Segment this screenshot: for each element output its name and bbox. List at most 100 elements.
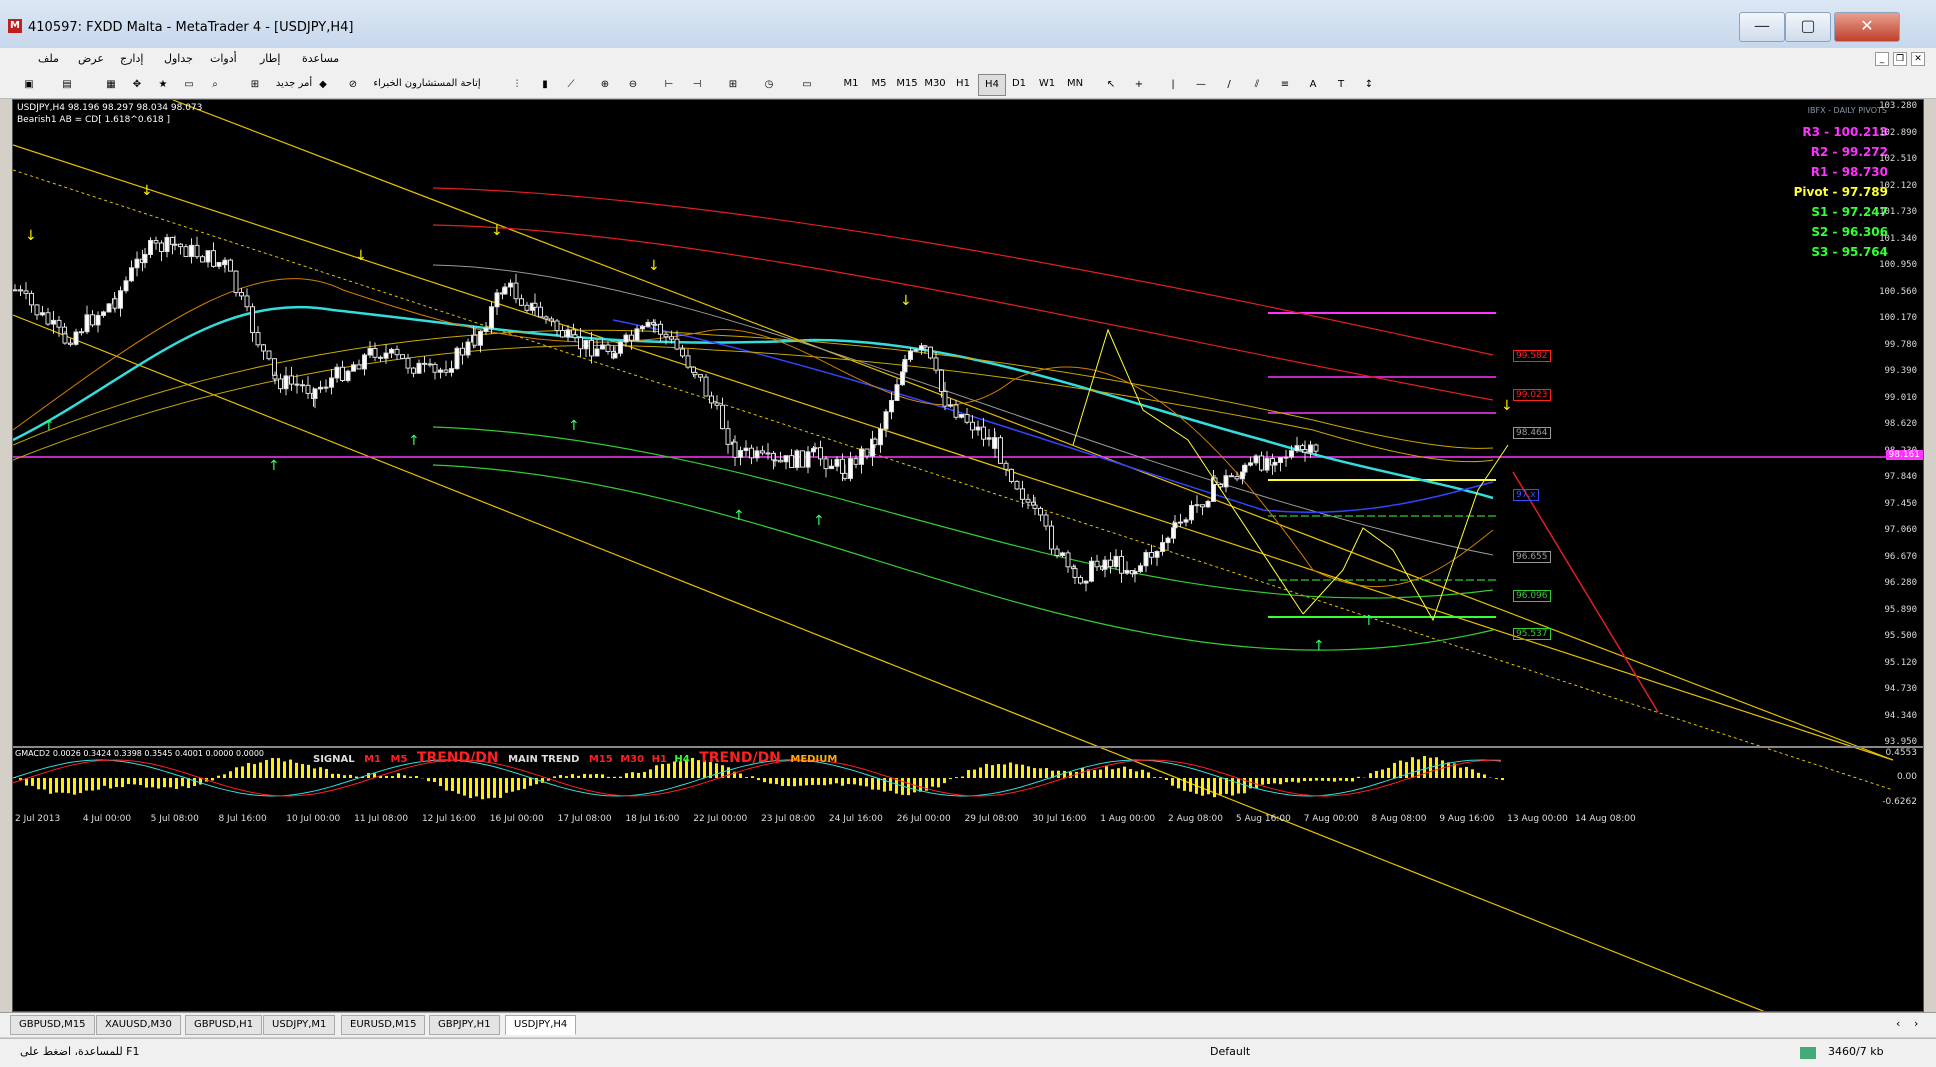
tab-scroll-right-icon[interactable]: › — [1914, 1017, 1918, 1030]
autotrading-icon[interactable]: ⊘ — [342, 74, 364, 96]
timeframe-m30-button[interactable]: M30 — [922, 74, 948, 94]
menu-help[interactable]: مساعدة — [302, 52, 339, 65]
crosshair-icon[interactable]: + — [1128, 74, 1150, 96]
chart-shift-icon[interactable]: ⊣ — [686, 74, 708, 96]
autotrading-button[interactable]: إتاحة المستشارون الخبراء — [362, 74, 492, 94]
new-order-icon[interactable]: ⊞ — [244, 74, 266, 96]
macd-bar — [1405, 762, 1408, 778]
new-chart-icon[interactable]: ▣ — [18, 74, 40, 96]
candle-body — [806, 452, 810, 467]
maximize-button[interactable]: ▢ — [1785, 12, 1831, 42]
vertical-line-icon[interactable]: | — [1162, 74, 1184, 96]
timeframe-m15-button[interactable]: M15 — [894, 74, 920, 94]
status-bar: للمساعدة، اضغط على F1 Default 3460/7 kb — [0, 1038, 1936, 1067]
metaeditor-icon[interactable]: ◆ — [312, 74, 334, 96]
mdi-minimize-button[interactable]: _ — [1875, 52, 1889, 66]
trendline-icon[interactable]: / — [1218, 74, 1240, 96]
macd-bar — [355, 777, 358, 778]
tab-scroll-left-icon[interactable]: ‹ — [1896, 1017, 1900, 1030]
timeframe-m5-button[interactable]: M5 — [866, 74, 892, 94]
zoom-in-icon[interactable]: ⊕ — [594, 74, 616, 96]
tab-gbpusd-m15[interactable]: GBPUSD,M15 — [10, 1015, 95, 1035]
line-chart-icon[interactable]: ⟋ — [560, 74, 582, 96]
candle-body — [801, 451, 805, 467]
price-axis-label: 98.620 — [1884, 419, 1917, 429]
minimize-button[interactable]: — — [1739, 12, 1785, 42]
profiles-icon[interactable]: ▤ — [56, 74, 78, 96]
candle-body — [154, 241, 158, 244]
tab-gbpusd-h1[interactable]: GBPUSD,H1 — [185, 1015, 262, 1035]
tab-usdjpy-m1[interactable]: USDJPY,M1 — [263, 1015, 335, 1035]
candle-body — [428, 364, 432, 365]
mdi-restore-button[interactable]: ❐ — [1893, 52, 1907, 66]
horizontal-line-icon[interactable]: — — [1190, 74, 1212, 96]
macd-bar — [793, 778, 796, 786]
candle-body — [379, 357, 383, 358]
menu-file[interactable]: ملف — [38, 52, 59, 65]
periods-icon[interactable]: ◷ — [758, 74, 780, 96]
macd-bar — [1399, 761, 1402, 778]
candle-body — [1004, 463, 1008, 469]
candle-body — [619, 342, 623, 353]
bar-chart-icon[interactable]: ⫶ — [506, 74, 528, 96]
navigator-icon[interactable]: ★ — [152, 74, 174, 96]
candle-body — [85, 315, 89, 332]
price-axis-label: 102.890 — [1879, 128, 1917, 138]
menu-charts[interactable]: جداول — [164, 52, 193, 65]
tab-gbpjpy-h1[interactable]: GBPJPY,H1 — [429, 1015, 500, 1035]
tab-eurusd-m15[interactable]: EURUSD,M15 — [341, 1015, 425, 1035]
cursor-icon[interactable]: ↖ — [1100, 74, 1122, 96]
macd-bar — [1333, 778, 1336, 782]
fibonacci-icon[interactable]: ≡ — [1274, 74, 1296, 96]
market-watch-icon[interactable]: ▦ — [100, 74, 122, 96]
tab-usdjpy-h4[interactable]: USDJPY,H4 — [505, 1015, 576, 1035]
macd-bar — [955, 777, 958, 778]
signal-trend2: TREND/DN — [699, 750, 781, 766]
macd-bar — [655, 765, 658, 778]
menu-insert[interactable]: إدارج — [120, 52, 143, 65]
candle-body — [755, 451, 759, 458]
data-window-icon[interactable]: ✥ — [126, 74, 148, 96]
text-label-icon[interactable]: T — [1330, 74, 1352, 96]
macd-bar — [805, 778, 808, 785]
buy-arrow-icon: ↑ — [268, 458, 280, 474]
strategy-tester-icon[interactable]: ⌕ — [204, 74, 226, 96]
zoom-out-icon[interactable]: ⊖ — [622, 74, 644, 96]
equidistant-channel-icon[interactable]: ⫽ — [1246, 74, 1268, 96]
tab-xauusd-m30[interactable]: XAUUSD,M30 — [96, 1015, 181, 1035]
menu-view[interactable]: عرض — [78, 52, 104, 65]
timeframe-w1-button[interactable]: W1 — [1034, 74, 1060, 94]
timeframe-h1-button[interactable]: H1 — [950, 74, 976, 94]
timeframe-mn-button[interactable]: MN — [1062, 74, 1088, 94]
macd-bar — [517, 778, 520, 790]
timeframe-h4-button[interactable]: H4 — [978, 74, 1006, 96]
menu-window[interactable]: إطار — [260, 52, 280, 65]
candle-body — [890, 401, 894, 412]
macd-bar — [1477, 773, 1480, 778]
candle-body — [295, 384, 299, 385]
templates-icon[interactable]: ▭ — [796, 74, 818, 96]
timeframe-d1-button[interactable]: D1 — [1006, 74, 1032, 94]
auto-scroll-icon[interactable]: ⊢ — [658, 74, 680, 96]
terminal-icon[interactable]: ▭ — [178, 74, 200, 96]
pivot-logo: IBFX - DAILY PIVOTS — [1793, 106, 1887, 115]
macd-bar — [97, 778, 100, 790]
timeframe-m1-button[interactable]: M1 — [838, 74, 864, 94]
mdi-close-button[interactable]: ✕ — [1911, 52, 1925, 66]
candle-body — [1295, 446, 1299, 451]
text-tool-icon[interactable]: A — [1302, 74, 1324, 96]
candle-body — [606, 345, 610, 351]
candle-body — [533, 303, 537, 307]
candlestick-icon[interactable]: ▮ — [534, 74, 556, 96]
close-button[interactable]: ✕ — [1834, 12, 1900, 42]
candle-body — [601, 345, 605, 349]
macd-bar — [145, 778, 148, 788]
candle-body — [1055, 549, 1059, 555]
menu-tools[interactable]: أدوات — [210, 52, 237, 65]
arrows-icon[interactable]: ↕ — [1358, 74, 1380, 96]
candle-body — [624, 335, 628, 342]
macd-bar — [811, 778, 814, 785]
indicators-icon[interactable]: ⊞ — [722, 74, 744, 96]
macd-bar — [1381, 769, 1384, 778]
chart-window[interactable]: ↑↑↑↑↑↑↑↑↓↓↓↓↓↓↓ USDJPY,H4 98.196 98.297 … — [12, 99, 1924, 1012]
